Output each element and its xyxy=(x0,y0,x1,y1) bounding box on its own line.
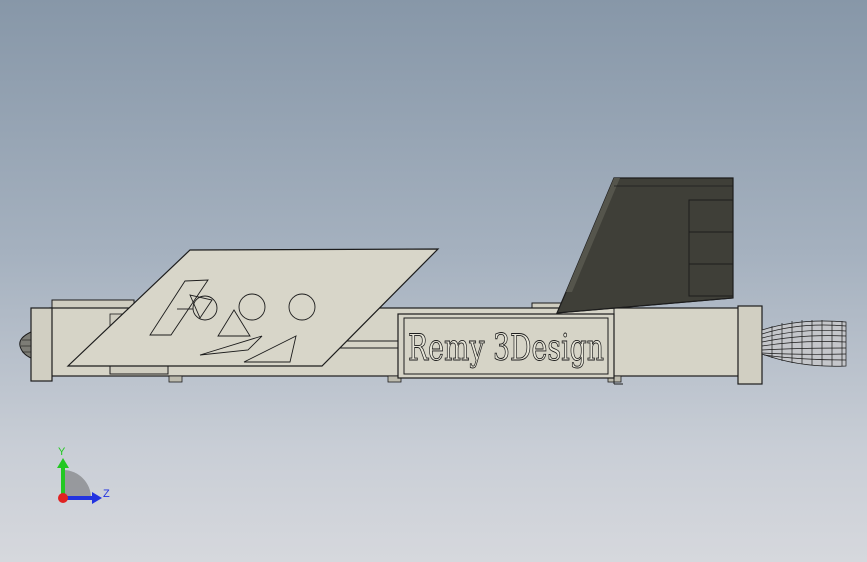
z-axis-label: Z xyxy=(103,488,110,500)
y-axis-arrow xyxy=(57,458,69,468)
right-end-cap xyxy=(737,305,763,385)
rocket-model[interactable]: Remy 3Design xyxy=(19,177,847,385)
lower-plate-left xyxy=(109,365,169,375)
top-rail-left xyxy=(51,299,135,309)
rear-nozzle xyxy=(19,331,32,359)
foot-1 xyxy=(168,375,183,383)
left-end-cap xyxy=(30,307,53,382)
engraving-text: Remy 3Design xyxy=(408,328,604,369)
tail-fin xyxy=(556,177,734,314)
cad-viewport[interactable]: Remy 3Design Y Z xyxy=(0,0,867,562)
nose-cone xyxy=(761,320,847,367)
axis-triad: Y Z xyxy=(57,446,110,504)
triad-quadrant xyxy=(63,470,91,498)
z-axis-arrow xyxy=(92,492,102,504)
x-axis-dot xyxy=(58,493,68,503)
y-axis-label: Y xyxy=(58,446,66,458)
